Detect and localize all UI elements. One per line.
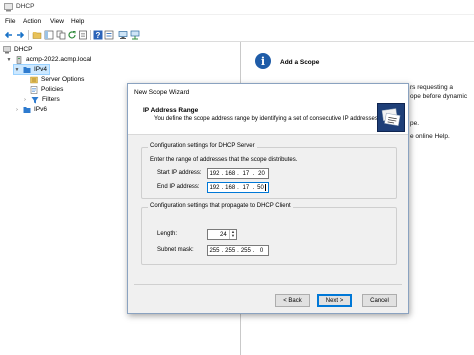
- refresh-icon[interactable]: [67, 30, 77, 40]
- tree-item-label: Policies: [41, 86, 64, 93]
- group-legend: Configuration settings that propagate to…: [148, 203, 293, 209]
- dialog-title: New Scope Wizard: [134, 89, 190, 96]
- ip-octet[interactable]: 17: [239, 171, 252, 177]
- forward-icon[interactable]: [15, 30, 25, 40]
- chevron-down-icon[interactable]: ▼: [14, 67, 20, 73]
- tree-item-server-options[interactable]: Server Options: [30, 75, 84, 84]
- ip-octet[interactable]: 192: [208, 171, 221, 177]
- tree-item-label: acmp-2022.acmp.local: [26, 56, 92, 63]
- show-hide-tree-icon[interactable]: [44, 30, 54, 40]
- ipv6-icon: [23, 106, 31, 113]
- right-pane-text: ope before dynamic: [410, 93, 468, 100]
- filters-icon: [31, 96, 39, 103]
- tree-item-label: DHCP: [14, 46, 33, 53]
- server-icon: [16, 55, 22, 64]
- menu-view[interactable]: View: [50, 18, 64, 25]
- page-description: You define the scope address range by id…: [154, 116, 380, 122]
- server-options-icon: [30, 76, 38, 83]
- export-list-icon[interactable]: [78, 30, 88, 40]
- tree-item-label: Filters: [42, 96, 60, 103]
- ip-octet[interactable]: 255: [239, 248, 252, 254]
- window-titlebar: DHCP: [0, 0, 474, 15]
- ip-octet-active[interactable]: 50: [255, 183, 268, 191]
- prefix-length-value: 24: [220, 232, 227, 238]
- tree-item-label: IPv6: [34, 106, 48, 113]
- tree-item-server[interactable]: ▼ acmp-2022.acmp.local: [6, 55, 91, 64]
- ipv4-icon: [23, 66, 31, 73]
- chevron-right-icon[interactable]: ›: [22, 97, 28, 103]
- start-ip-field[interactable]: 192. 168. 17. 20: [207, 168, 269, 179]
- computer-icon[interactable]: [118, 30, 128, 40]
- toolbar: ?: [0, 28, 474, 42]
- length-label: Length:: [157, 231, 178, 237]
- add-scope-heading: Add a Scope: [280, 59, 320, 66]
- toolbar-separator: [90, 30, 91, 40]
- chevron-down-icon[interactable]: ▼: [6, 57, 12, 63]
- group-legend: Configuration settings for DHCP Server: [148, 143, 257, 149]
- wizard-header: IP Address Range You define the scope ad…: [128, 101, 408, 135]
- ip-octet[interactable]: 50: [257, 185, 264, 191]
- subnet-mask-label: Subnet mask:: [157, 247, 194, 253]
- ip-octet[interactable]: 192: [208, 185, 221, 191]
- tree-item-policies[interactable]: Policies: [30, 85, 63, 94]
- range-instruction: Enter the range of addresses that the sc…: [150, 157, 298, 163]
- ip-octet[interactable]: 255: [208, 248, 221, 254]
- wizard-graphic-icon: [377, 103, 405, 132]
- spin-down-icon[interactable]: ▼: [230, 234, 236, 238]
- tree-item-label: Server Options: [41, 76, 85, 83]
- new-scope-wizard-dialog: New Scope Wizard IP Address Range You de…: [127, 83, 409, 314]
- end-ip-field[interactable]: 192. 168. 17. 50: [207, 182, 269, 193]
- help-icon[interactable]: ?: [93, 30, 103, 40]
- text-cursor: [264, 183, 266, 191]
- ip-octet[interactable]: 20: [255, 171, 268, 177]
- menu-action[interactable]: Action: [23, 18, 41, 25]
- dialog-titlebar: New Scope Wizard: [128, 84, 408, 101]
- tree-item-label: IPv4: [34, 66, 48, 73]
- up-folder-icon[interactable]: [32, 30, 42, 40]
- dhcp-client-settings-group: Configuration settings that propagate to…: [141, 203, 397, 265]
- ip-octet[interactable]: 168: [224, 171, 237, 177]
- menu-bar: File Action View Help: [0, 15, 474, 28]
- divider: [134, 284, 402, 285]
- policies-icon: [30, 85, 38, 94]
- back-button[interactable]: < Back: [275, 294, 310, 307]
- subnet-mask-field[interactable]: 255. 255. 255. 0: [207, 245, 269, 256]
- cancel-button[interactable]: Cancel: [362, 294, 397, 307]
- network-icon[interactable]: [130, 30, 140, 40]
- dhcp-app-icon: [4, 3, 13, 12]
- ip-octet[interactable]: 0: [255, 248, 268, 254]
- spin-buttons: ▲ ▼: [229, 230, 236, 239]
- page-title: IP Address Range: [143, 107, 199, 114]
- info-icon: i: [255, 53, 271, 69]
- back-icon[interactable]: [4, 30, 14, 40]
- tree-item-ipv4[interactable]: ▼ IPv4: [12, 64, 51, 75]
- window-title: DHCP: [16, 3, 35, 10]
- copy-icon[interactable]: [56, 30, 66, 40]
- tree-item-dhcp[interactable]: DHCP: [3, 45, 32, 54]
- ip-octet[interactable]: 168: [224, 185, 237, 191]
- dhcp-server-settings-group: Configuration settings for DHCP Server E…: [141, 143, 397, 199]
- menu-help[interactable]: Help: [71, 18, 84, 25]
- tree-item-ipv6[interactable]: › IPv6: [14, 105, 47, 114]
- prefix-length-stepper[interactable]: 24 ▲ ▼: [207, 229, 237, 240]
- right-pane-text: pe.: [410, 120, 420, 127]
- right-pane-text: rs requesting a: [410, 84, 453, 91]
- ip-octet[interactable]: 17: [239, 185, 252, 191]
- properties-icon[interactable]: [104, 30, 114, 40]
- start-ip-label: Start IP address:: [157, 170, 202, 176]
- end-ip-label: End IP address:: [157, 184, 200, 190]
- ip-octet[interactable]: 255: [224, 248, 237, 254]
- svg-text:?: ?: [96, 31, 101, 40]
- next-button[interactable]: Next >: [317, 294, 352, 307]
- toolbar-separator: [28, 30, 29, 40]
- tree-item-filters[interactable]: › Filters: [22, 95, 60, 104]
- chevron-right-icon[interactable]: ›: [14, 107, 20, 113]
- right-pane-text: e online Help.: [410, 133, 450, 140]
- dhcp-icon: [3, 45, 11, 53]
- menu-file[interactable]: File: [5, 18, 15, 25]
